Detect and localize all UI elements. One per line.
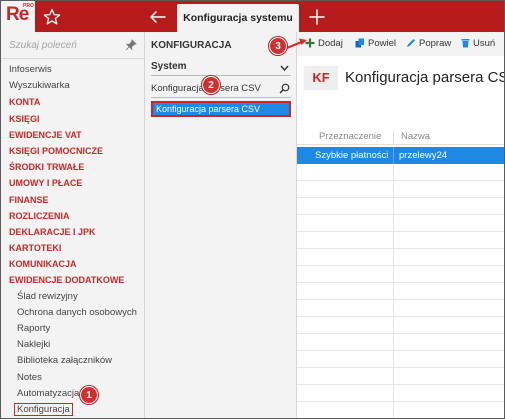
column-divider — [393, 147, 394, 164]
sidebar-item-label: EWIDENCJE DODATKOWE — [9, 275, 125, 286]
plus-icon — [305, 38, 315, 48]
callout-badge-1: 1 — [80, 386, 98, 404]
sidebar-item-label: KONTA — [9, 97, 41, 108]
app-logo[interactable]: Re PRO — [1, 1, 35, 32]
column-header[interactable]: Nazwa — [401, 131, 430, 142]
main-content: Dodaj Powiel Popraw Usuń KF Konfiguracja… — [297, 32, 505, 418]
trash-icon — [461, 39, 470, 48]
search-icon[interactable] — [279, 83, 290, 94]
logo-superscript: PRO — [23, 3, 34, 9]
sidebar-item[interactable]: Ślad rewizyjny — [1, 289, 144, 305]
delete-button[interactable]: Usuń — [461, 38, 495, 49]
sidebar-item[interactable]: Infoserwis — [1, 62, 144, 78]
pin-icon[interactable] — [125, 39, 137, 51]
chevron-down-icon — [280, 63, 289, 72]
list-item-parser-csv[interactable]: Konfiguracja parsera CSV — [151, 101, 291, 117]
sidebar-item-label: Biblioteka załączników — [17, 355, 113, 367]
sidebar-item[interactable]: Automatyzacja — [1, 386, 144, 402]
sidebar-item-label: Konfiguracja — [14, 402, 73, 416]
sidebar-item-label: Infoserwis — [9, 64, 52, 75]
sidebar: Szukaj poleceń Infoserwis Wyszukiwarka KON… — [1, 32, 145, 418]
sidebar-nav: Infoserwis Wyszukiwarka KONTA KSIĘGI EWIDENC… — [1, 58, 144, 418]
filter-input[interactable]: Konfiguracja parsera CSV — [151, 82, 291, 98]
sidebar-item[interactable]: Biblioteka załączników — [1, 353, 144, 369]
edit-button[interactable]: Popraw — [406, 38, 451, 49]
sidebar-item[interactable]: DEKLARACJE I JPK — [1, 224, 144, 240]
module-badge: KF — [304, 66, 338, 90]
sidebar-item[interactable]: EWIDENCJE DODATKOWE — [1, 272, 144, 288]
duplicate-button[interactable]: Powiel — [355, 38, 396, 49]
sidebar-item-label: Raporty — [17, 323, 51, 334]
add-button[interactable]: Dodaj — [305, 38, 343, 49]
config-panel: KONFIGURACJA System Konfiguracja parsera… — [145, 32, 297, 418]
sidebar-item[interactable]: Naklejki — [1, 337, 144, 353]
sidebar-item[interactable]: Ochrona danych osobowych — [1, 305, 144, 321]
sidebar-item-label: Ochrona danych osobowych — [17, 306, 137, 318]
duplicate-label: Powiel — [368, 38, 396, 49]
sidebar-item[interactable]: EWIDENCJE VAT — [1, 127, 144, 143]
sidebar-item-label: Naklejki — [17, 339, 51, 351]
top-bar: Re PRO Konfiguracja systemu — [1, 1, 504, 32]
sidebar-item[interactable]: KARTOTEKI — [1, 240, 144, 256]
sidebar-item[interactable]: ŚRODKI TRWAŁE — [1, 159, 144, 175]
tab-konfiguracja-systemu[interactable]: Konfiguracja systemu — [177, 4, 299, 32]
sidebar-item[interactable]: UMOWY I PŁACE — [1, 175, 144, 191]
sidebar-item-label: Automatyzacja — [17, 387, 80, 399]
sidebar-item-label: KARTOTEKI — [9, 243, 62, 254]
copy-icon — [355, 38, 364, 48]
sidebar-item-label: KSIĘGI — [9, 113, 40, 124]
table-row[interactable]: Szybkie płatności przelewy24 — [297, 147, 504, 164]
select-value: System — [151, 61, 187, 72]
add-label: Dodaj — [318, 38, 343, 49]
sidebar-item[interactable]: KSIĘGI — [1, 111, 144, 127]
callout-badge-3: 3 — [269, 37, 287, 55]
table-empty-area — [297, 164, 504, 418]
sidebar-item-label: UMOWY I PŁACE — [9, 178, 83, 189]
edit-label: Popraw — [419, 38, 452, 49]
favorite-star-icon[interactable] — [41, 6, 63, 28]
sidebar-item-label: ŚRODKI TRWAŁE — [9, 162, 85, 173]
sidebar-item[interactable]: Raporty — [1, 321, 144, 337]
delete-label: Usuń — [473, 38, 496, 49]
page-title: Konfiguracja parsera CSV — [345, 69, 505, 86]
sidebar-item[interactable]: ROZLICZENIA — [1, 208, 144, 224]
sidebar-item-label: EWIDENCJE VAT — [9, 129, 82, 140]
table-header: Przeznaczenie Nazwa — [297, 129, 504, 145]
toolbar: Dodaj Powiel Popraw Usuń — [297, 32, 504, 56]
search-input[interactable]: Szukaj poleceń — [9, 40, 77, 51]
sidebar-item-label: Notes — [17, 371, 42, 383]
tab-label: Konfiguracja systemu — [183, 12, 293, 24]
sidebar-item-label: ROZLICZENIA — [9, 210, 70, 221]
table-cell: przelewy24 — [399, 150, 448, 161]
sidebar-item-label: KSIĘGI POMOCNICZE — [9, 145, 104, 156]
sidebar-item-label: Wyszukiwarka — [9, 80, 70, 92]
sidebar-item[interactable]: KONTA — [1, 94, 144, 110]
sidebar-item[interactable]: FINANSE — [1, 192, 144, 208]
new-tab-plus-icon[interactable] — [306, 6, 328, 28]
table-cell: Szybkie płatności — [315, 150, 389, 161]
sidebar-item-label: Ślad rewizyjny — [17, 290, 78, 302]
sidebar-item-label: FINANSE — [9, 194, 49, 205]
sidebar-item-label: DEKLARACJE I JPK — [9, 226, 96, 237]
sidebar-item[interactable]: KSIĘGI POMOCNICZE — [1, 143, 144, 159]
panel-title: KONFIGURACJA — [151, 40, 232, 51]
sidebar-item-label: KOMUNIKACJA — [9, 259, 77, 270]
sidebar-item[interactable]: Wyszukiwarka — [1, 78, 144, 94]
sidebar-item[interactable]: KOMUNIKACJA — [1, 256, 144, 272]
category-select[interactable]: System — [151, 60, 291, 76]
app-window: Re PRO Konfiguracja systemu Szukaj polec… — [0, 0, 505, 419]
column-header[interactable]: Przeznaczenie — [319, 131, 381, 142]
pencil-icon — [407, 39, 415, 47]
sidebar-item[interactable]: Konfiguracja — [1, 402, 144, 418]
column-divider — [393, 131, 394, 143]
sidebar-item[interactable]: Notes — [1, 370, 144, 386]
callout-badge-2: 2 — [202, 76, 220, 94]
back-arrow-icon[interactable] — [147, 6, 169, 28]
column-divider — [393, 164, 394, 418]
